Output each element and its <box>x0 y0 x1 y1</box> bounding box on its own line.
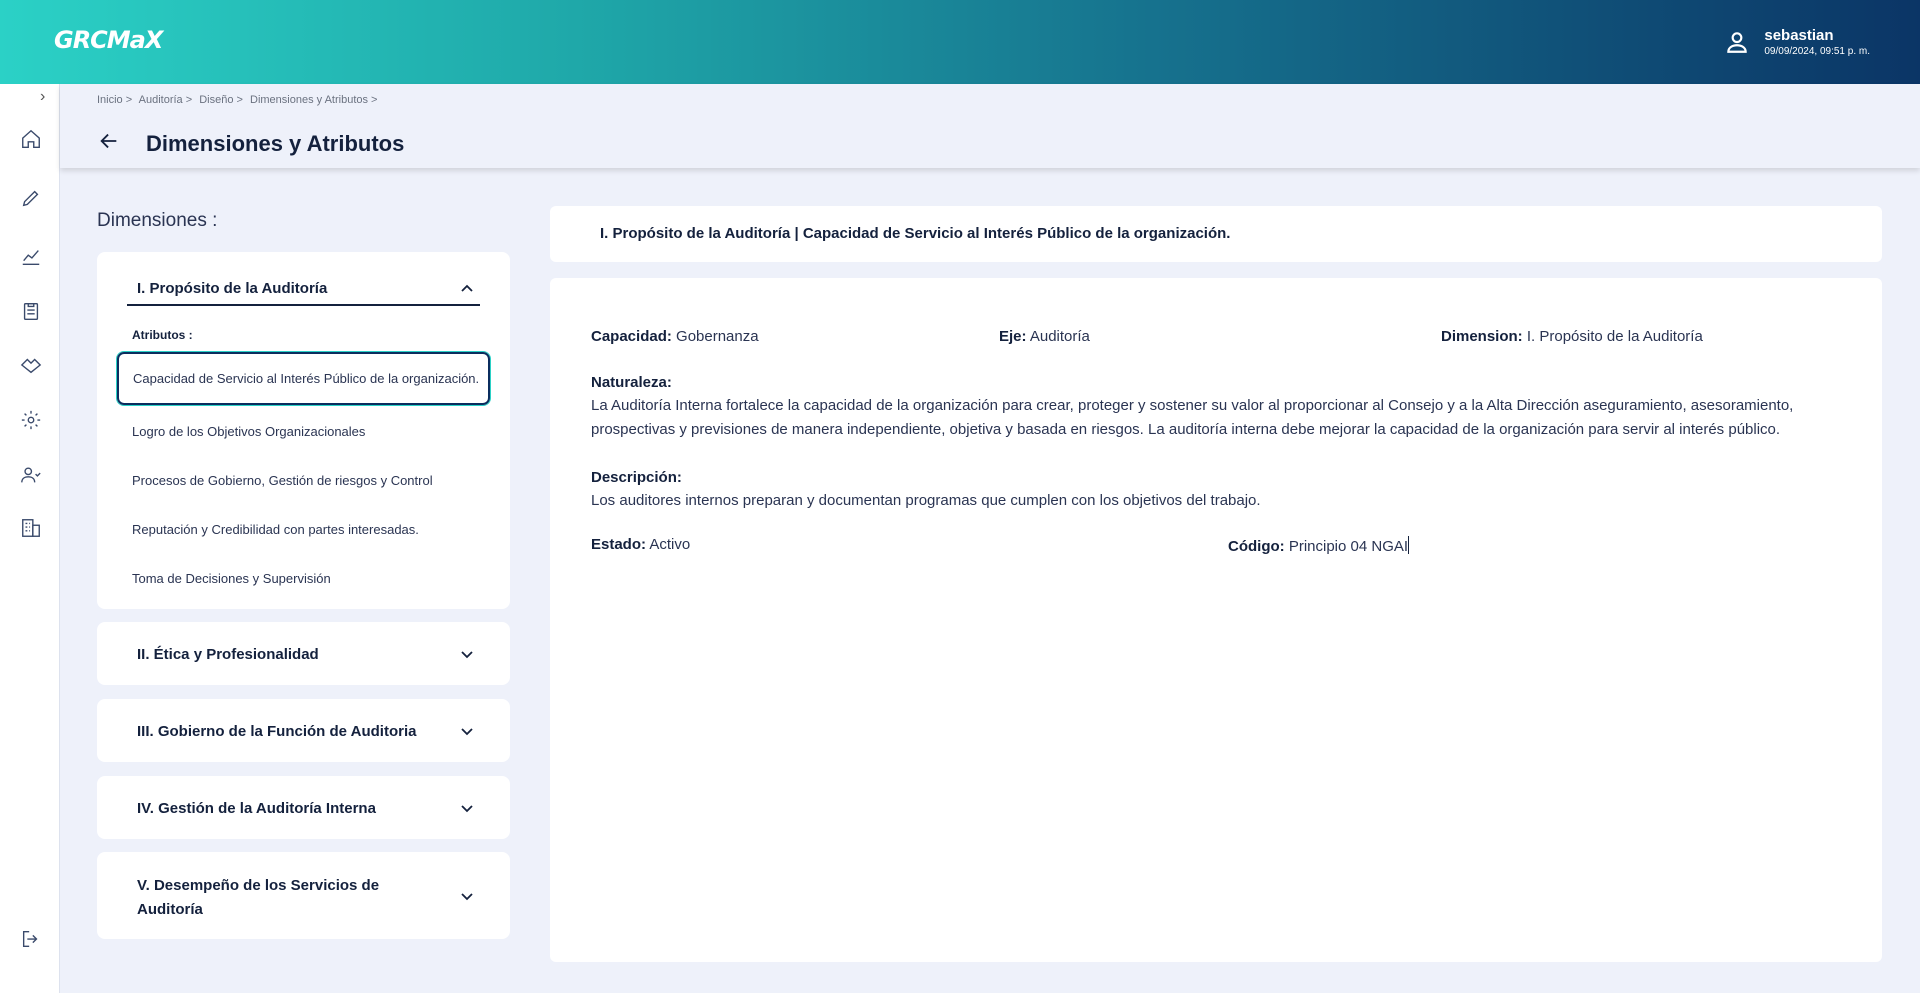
dimensions-label: Dimensiones : <box>97 210 218 231</box>
chevron-up-icon[interactable] <box>460 282 474 296</box>
codigo-value: Principio 04 NGAI <box>1284 538 1409 555</box>
user-icon <box>1727 32 1748 53</box>
estado-label: Estado: <box>591 536 647 553</box>
dimension-accordion-3[interactable]: III. Gobierno de la Función de Auditoria <box>97 699 510 762</box>
dimension-accordion-2[interactable]: II. Ética y Profesionalidad <box>97 622 510 685</box>
dimension-accordion-4[interactable]: IV. Gestión de la Auditoría Interna <box>97 776 510 839</box>
chevron-down-icon[interactable] <box>460 724 474 738</box>
naturaleza-label: Naturaleza: <box>591 374 672 391</box>
eje-value: Auditoría <box>1026 328 1090 345</box>
estado-value: Activo <box>646 536 691 553</box>
chevron-down-icon[interactable] <box>460 647 474 661</box>
user-name: sebastian <box>1764 27 1834 44</box>
home-icon[interactable] <box>20 128 42 150</box>
descripcion-label-text: Descripción: <box>591 469 682 486</box>
capacidad-value: Gobernanza <box>671 328 759 345</box>
breadcrumb-auditoria[interactable]: Auditoría > <box>139 94 193 106</box>
page-header: Inicio > Auditoría > Diseño > Dimensione… <box>60 84 1920 168</box>
dimension-value: I. Propósito de la Auditoría <box>1522 328 1703 345</box>
naturaleza-label-text: Naturaleza: <box>591 374 672 391</box>
back-arrow-icon[interactable] <box>98 130 120 152</box>
dimension-field: Dimension: I. Propósito de la Auditoría <box>1441 328 1703 345</box>
capacidad-label: Capacidad: <box>591 328 672 345</box>
page-title: Dimensiones y Atributos <box>146 131 405 156</box>
capacidad-field: Capacidad: Gobernanza <box>591 328 759 345</box>
chevron-down-icon[interactable] <box>460 889 474 903</box>
dimension-accordion-1: I. Propósito de la Auditoría Atributos :… <box>97 252 510 609</box>
eje-field: Eje: Auditoría <box>999 328 1090 345</box>
app-logo[interactable]: GRCMaX <box>54 26 163 54</box>
gear-icon[interactable] <box>20 409 42 431</box>
pencil-icon[interactable] <box>20 187 42 209</box>
expand-sidebar-icon[interactable]: › <box>40 88 45 106</box>
breadcrumb-dimensiones[interactable]: Dimensiones y Atributos > <box>250 94 377 106</box>
dimension-header-1[interactable]: I. Propósito de la Auditoría <box>137 280 480 297</box>
handshake-icon[interactable] <box>20 354 42 376</box>
breadcrumb-diseno[interactable]: Diseño > <box>199 94 243 106</box>
detail-panel: Capacidad: Gobernanza Eje: Auditoría Dim… <box>550 278 1882 962</box>
sidebar: › <box>0 84 60 993</box>
descripcion-text: Los auditores internos preparan y docume… <box>591 492 1261 509</box>
logout-icon[interactable] <box>20 928 42 950</box>
naturaleza-text: La Auditoría Interna fortalece la capaci… <box>591 397 1794 438</box>
attribute-item[interactable]: Logro de los Objetivos Organizacionales <box>132 424 365 439</box>
top-bar: GRCMaX sebastian 09/09/2024, 09:51 p. m. <box>0 0 1920 84</box>
chart-icon[interactable] <box>20 246 42 268</box>
dimension-header-4[interactable]: IV. Gestión de la Auditoría Interna <box>137 800 480 817</box>
dimension-header-2[interactable]: II. Ética y Profesionalidad <box>137 646 480 663</box>
detail-header: I. Propósito de la Auditoría | Capacidad… <box>550 206 1882 262</box>
chevron-down-icon[interactable] <box>460 801 474 815</box>
estado-field: Estado: Activo <box>591 536 690 553</box>
attributes-label: Atributos : <box>132 328 193 342</box>
users-icon[interactable] <box>20 464 42 486</box>
text-cursor <box>1408 536 1410 554</box>
main-content: Inicio > Auditoría > Diseño > Dimensione… <box>60 84 1920 993</box>
eje-label: Eje: <box>999 328 1027 345</box>
building-icon[interactable] <box>20 517 42 539</box>
codigo-label: Código: <box>1228 538 1285 555</box>
divider <box>127 304 480 306</box>
user-datetime: 09/09/2024, 09:51 p. m. <box>1764 46 1870 57</box>
breadcrumb-inicio[interactable]: Inicio > <box>97 94 132 106</box>
attribute-item[interactable]: Reputación y Credibilidad con partes int… <box>132 522 419 537</box>
attribute-item-selected[interactable]: Capacidad de Servicio al Interés Público… <box>117 352 490 405</box>
dimension-label: Dimension: <box>1441 328 1523 345</box>
dimension-accordion-5[interactable]: V. Desempeño de los Servicios de Auditor… <box>97 852 510 939</box>
codigo-field: Código: Principio 04 NGAI <box>1228 536 1410 555</box>
dimension-header-5[interactable]: V. Desempeño de los Servicios de Auditor… <box>137 874 400 922</box>
dimension-header-3[interactable]: III. Gobierno de la Función de Auditoria <box>137 723 480 740</box>
user-menu[interactable]: sebastian 09/09/2024, 09:51 p. m. <box>1724 27 1870 57</box>
attribute-item[interactable]: Procesos de Gobierno, Gestión de riesgos… <box>132 473 433 488</box>
breadcrumb: Inicio > Auditoría > Diseño > Dimensione… <box>97 94 381 106</box>
descripcion-label: Descripción: <box>591 469 682 486</box>
attribute-item[interactable]: Toma de Decisiones y Supervisión <box>132 571 331 586</box>
clipboard-icon[interactable] <box>20 300 42 322</box>
